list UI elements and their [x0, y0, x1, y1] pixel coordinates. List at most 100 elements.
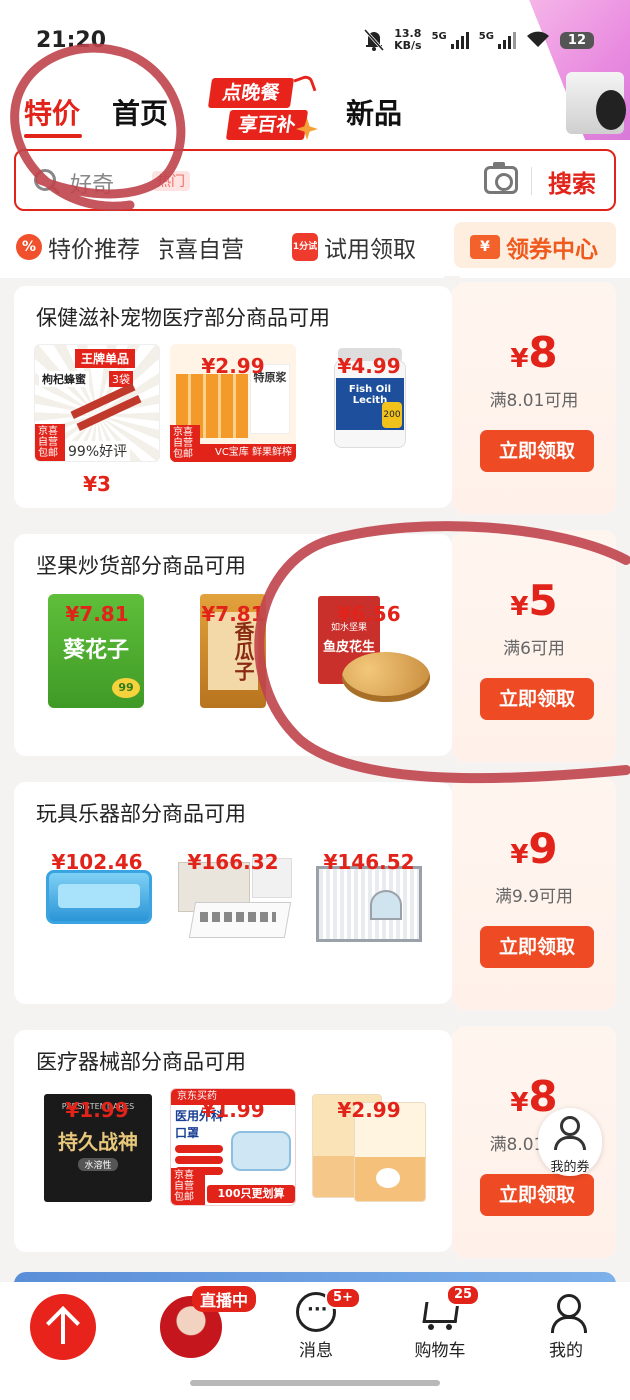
claim-coupon-button[interactable]: 立即领取 [480, 430, 594, 472]
product-item[interactable]: ¥2.99 [306, 1088, 432, 1208]
my-coupon-label: 我的券 [550, 1160, 590, 1175]
wifi-icon [526, 30, 550, 51]
message-badge: 5+ [325, 1287, 361, 1309]
coupon-title: 坚果炒货部分商品可用 [36, 554, 246, 578]
nav-messages[interactable]: 5+ 消息 [276, 1287, 361, 1361]
product-price: ¥7.81 [65, 602, 129, 626]
coupon-amount: ¥8 [510, 328, 558, 377]
product-item[interactable]: 王牌单品 枸杞蜂蜜 3袋 99%好评 京喜自营 包邮 ¥3 [34, 344, 160, 496]
tab-special-price[interactable]: 特价 [24, 92, 80, 132]
product-item[interactable]: 葵花子 99 ¥7.81 [34, 592, 160, 712]
shortcut-label: 京喜自营 [160, 237, 244, 263]
status-time: 21:20 [36, 28, 107, 53]
search-button[interactable]: 搜索 [548, 164, 596, 199]
coupon-amount: ¥8 [510, 1072, 558, 1121]
shortcut-trial[interactable]: 1分试 试用领取 [292, 230, 416, 264]
shortcut-jingxi-self[interactable]: 京喜自营 [160, 230, 288, 264]
product-price: ¥4.99 [337, 354, 401, 378]
person-icon [546, 1292, 587, 1333]
coupon-products-panel[interactable]: 医疗器械部分商品可用 PERSISTENT ARES 持久战神 水溶性 ¥1.9… [14, 1030, 452, 1252]
coupon-card: 坚果炒货部分商品可用 葵花子 99 ¥7.81 香瓜子 ¥7.81 如水坚果 鱼… [14, 524, 616, 768]
camera-icon[interactable] [484, 162, 518, 194]
product-item[interactable]: ¥102.46 [34, 840, 160, 960]
ticket-notch [444, 508, 460, 520]
coupon-title: 医疗器械部分商品可用 [36, 1050, 246, 1074]
ticket-notch [444, 1252, 460, 1264]
coupon-title: 玩具乐器部分商品可用 [36, 802, 246, 826]
product-item[interactable]: Fish Oil Lecith 200 ¥4.99 [306, 344, 432, 464]
bottom-nav: 直播中 5+ 消息 25 购物车 我的 [0, 1282, 630, 1400]
coupon-condition: 满9.9可用 [494, 887, 574, 907]
network-speed: 13.8 KB/s [394, 27, 422, 52]
coupon-amount: ¥9 [510, 824, 558, 873]
product-item[interactable]: 香瓜子 ¥7.81 [170, 592, 296, 712]
nav-me[interactable]: 我的 [526, 1292, 606, 1361]
nav-cart[interactable]: 25 购物车 [400, 1284, 481, 1361]
battery-indicator: 12 [559, 31, 594, 49]
message-bubble-icon: 5+ [296, 1287, 361, 1332]
nav-label: 购物车 [414, 1341, 466, 1361]
coupon-products-panel[interactable]: 玩具乐器部分商品可用 ¥102.46 ¥166.32 ¥146.52 [14, 782, 452, 1004]
product-item[interactable]: 如水坚果 鱼皮花生 ¥6.56 [306, 592, 432, 712]
coupon-condition: 满6可用 [503, 639, 565, 659]
product-price: ¥3 [83, 472, 111, 496]
coupon-products-panel[interactable]: 坚果炒货部分商品可用 葵花子 99 ¥7.81 香瓜子 ¥7.81 如水坚果 鱼… [14, 534, 452, 756]
coupon-card: 医疗器械部分商品可用 PERSISTENT ARES 持久战神 水溶性 ¥1.9… [14, 1020, 616, 1264]
product-item[interactable]: 京东买药 医用外科口罩 100只更划算 京喜自营 包邮 ¥1.99 [170, 1088, 296, 1208]
coupon-ticket-icon: ¥ [470, 235, 500, 259]
shortcut-label: 试用领取 [324, 237, 416, 263]
coupon-title: 保健滋补宠物医疗部分商品可用 [36, 306, 330, 330]
app-header: 21:20 13.8 KB/s 5G 5G 12 特价 首页 点晚餐 享百补 新… [0, 0, 630, 278]
search-hot-tag: 热门 [152, 171, 190, 191]
coupon-value-panel: ¥5 满6可用 立即领取 [452, 530, 616, 762]
product-price: ¥1.99 [201, 1098, 265, 1122]
rating-tag: 99%好评 [65, 441, 131, 461]
status-bar: 21:20 13.8 KB/s 5G 5G 12 [0, 22, 630, 62]
search-divider [531, 167, 532, 195]
cart-icon: 25 [420, 1284, 481, 1332]
tab-home[interactable]: 首页 [112, 92, 168, 132]
live-tag[interactable]: 直播中 [192, 1286, 257, 1312]
top-tab-bar: 特价 首页 点晚餐 享百补 新品 [24, 73, 624, 144]
signal-icon-1: 5G [432, 31, 469, 49]
promo-rays-icon [293, 73, 317, 97]
product-item[interactable]: ¥146.52 [306, 840, 432, 960]
home-indicator[interactable] [190, 1380, 440, 1386]
search-placeholder[interactable]: 好奇 [70, 167, 114, 199]
signal-icon-2: 5G [479, 31, 516, 49]
search-bar[interactable]: 好奇 热门 搜索 [14, 149, 616, 211]
product-price: ¥166.32 [187, 850, 279, 874]
shortcut-bar: % 特价推荐 京喜自营 1分试 试用领取 ¥ 领券中心 [0, 222, 630, 278]
promo-line-2: 享百补 [225, 110, 309, 140]
product-item[interactable]: ¥166.32 [170, 840, 296, 960]
claim-coupon-button[interactable]: 立即领取 [480, 1174, 594, 1216]
my-coupon-float-button[interactable]: 我的券 [538, 1108, 602, 1176]
shortcut-coupon-center[interactable]: ¥ 领券中心 [470, 230, 598, 264]
scroll-to-top-arrow-icon[interactable] [30, 1294, 96, 1360]
product-price: ¥2.99 [201, 354, 265, 378]
product-item[interactable]: 特原浆 VC宝库 鲜果鲜榨 京喜自营 包邮 ¥2.99 [170, 344, 296, 464]
claim-coupon-button[interactable]: 立即领取 [480, 926, 594, 968]
coupon-products-panel[interactable]: 保健滋补宠物医疗部分商品可用 王牌单品 枸杞蜂蜜 3袋 99%好评 京喜自营 包… [14, 286, 452, 508]
active-tab-underline [24, 134, 82, 138]
product-item[interactable]: PERSISTENT ARES 持久战神 水溶性 ¥1.99 [34, 1088, 160, 1208]
shortcut-label: 领券中心 [506, 237, 598, 263]
ticket-notch [444, 1004, 460, 1016]
coupon-value-panel: ¥8 满8.01可用 立即领取 [452, 282, 616, 514]
tab-new-products[interactable]: 新品 [346, 92, 402, 132]
search-icon [34, 169, 56, 191]
self-operated-badge: 京喜自营 包邮 [35, 424, 65, 461]
ticket-notch [444, 756, 460, 768]
shortcut-special-recommend[interactable]: % 特价推荐 [16, 230, 140, 264]
self-operated-badge: 京喜自营 包邮 [170, 425, 200, 462]
product-price: ¥7.81 [201, 602, 265, 626]
nav-label: 我的 [549, 1341, 583, 1361]
product-price: ¥1.99 [65, 1098, 129, 1122]
nav-label: 消息 [299, 1341, 333, 1361]
promo-line-1: 点晚餐 [207, 78, 295, 108]
product-image: 王牌单品 枸杞蜂蜜 3袋 99%好评 京喜自营 包邮 [34, 344, 160, 462]
status-icons: 13.8 KB/s 5G 5G 12 [363, 27, 594, 52]
dinner-promo-badge[interactable]: 点晚餐 享百补 [207, 73, 318, 144]
claim-coupon-button[interactable]: 立即领取 [480, 678, 594, 720]
mute-bell-icon [363, 28, 385, 52]
